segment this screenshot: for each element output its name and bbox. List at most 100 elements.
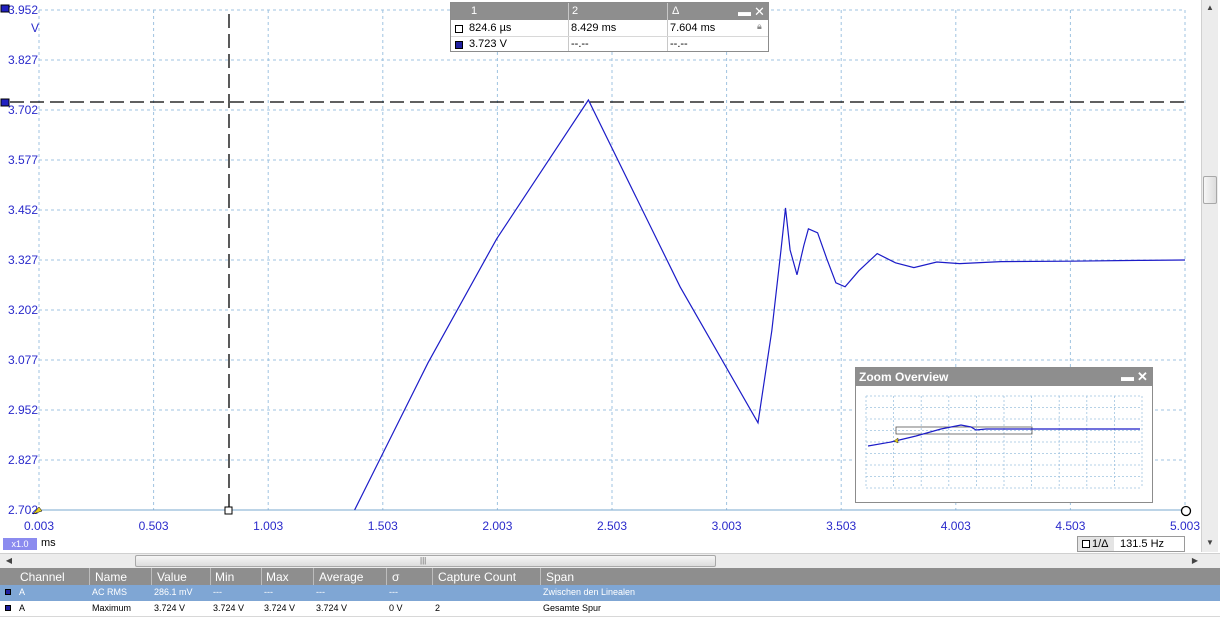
close-icon[interactable]: ✕ [754,5,765,19]
frequency-symbol: 1/Δ [1092,538,1109,550]
zoom-overview-title: Zoom Overview [859,370,949,384]
cell-average: 3.724 V [316,603,348,613]
close-icon[interactable]: ✕ [1137,369,1148,385]
x-tick-label: 3.003 [712,519,742,533]
readout-col-1: 1 [471,5,478,17]
y-tick-label: 3.327 [8,253,38,267]
cursor-1-swatch-icon [455,25,463,33]
measurements-header: Channel Name Value Min Max Average σ Cap… [0,568,1220,585]
readout-row-time: 824.6 µs 8.429 ms 7.604 ms 🔒︎ [451,21,768,37]
cell-span: Gesamte Spur [543,603,602,613]
col-capture-count[interactable]: Capture Count [438,570,516,584]
channel-a-swatch-icon [455,41,463,49]
time-cursor-handle[interactable] [224,506,233,515]
horizontal-scrollbar[interactable]: ◀ ||| ▶ [0,553,1220,568]
cell-min: 3.724 V [213,603,245,613]
cell-sigma: 0 V [389,603,403,613]
col-sigma[interactable]: σ [392,570,399,584]
table-row[interactable]: A AC RMS 286.1 mV --- --- --- --- Zwisch… [0,585,1220,601]
x-axis-ticks: 0.003 0.503 1.003 1.503 2.003 2.503 3.003 3.503… [24,519,1200,533]
frequency-readout: 1/Δ 131.5 Hz [1077,536,1185,552]
y-tick-label: 3.202 [8,303,38,317]
x-tick-label: 3.503 [826,519,856,533]
col-value[interactable]: Value [157,570,187,584]
vertical-scroll-thumb[interactable] [1203,176,1217,204]
readout-time-2: 8.429 ms [571,22,617,34]
cell-span: Zwischen den Linealen [543,587,636,597]
cell-channel: A [19,587,26,597]
scroll-left-icon[interactable]: ◀ [2,555,16,567]
col-name[interactable]: Name [95,570,127,584]
cell-value: 3.724 V [154,603,186,613]
cell-name: Maximum [92,603,132,613]
cell-name: AC RMS [92,587,128,597]
cell-value: 286.1 mV [154,587,193,597]
readout-col-2: 2 [572,5,579,17]
scroll-up-icon[interactable]: ▲ [1202,1,1218,15]
vertical-scrollbar[interactable]: ▲ ▼ [1201,0,1218,552]
x-tick-label: 1.003 [253,519,283,533]
x-tick-label: 1.503 [368,519,398,533]
readout-time-1: 824.6 µs [469,22,512,34]
readout-volt-2: --.-- [571,38,589,50]
readout-volt-1: 3.723 V [469,38,507,50]
x-tick-label: 4.003 [941,519,971,533]
zoom-overview-panel[interactable]: Zoom Overview ▬ ✕ [855,367,1153,503]
cell-channel: A [19,603,26,613]
y-tick-label: 3.952 [8,3,38,17]
scroll-right-icon[interactable]: ▶ [1188,555,1202,567]
col-max[interactable]: Max [266,570,289,584]
readout-header: 1 2 Δ ▬ ✕ [451,3,768,20]
y-axis-unit: V [31,21,39,35]
x-axis-unit: ms [41,537,56,549]
x-tick-label: 0.003 [24,519,54,533]
zoom-overview-thumbnail[interactable] [856,386,1152,502]
readout-volt-delta: --.-- [670,38,688,50]
y-tick-label: 3.827 [8,53,38,67]
measurements-table[interactable]: Channel Name Value Min Max Average σ Cap… [0,568,1220,621]
readout-row-voltage: 3.723 V --.-- --.-- [451,36,768,52]
cell-average: --- [316,587,325,597]
frequency-value: 131.5 Hz [1120,538,1165,550]
cell-max: 3.724 V [264,603,296,613]
y-tick-label: 3.077 [8,353,38,367]
x-tick-label: 2.003 [482,519,512,533]
x-tick-label: 2.503 [597,519,627,533]
cell-sigma: --- [389,587,398,597]
x-tick-label: 4.503 [1055,519,1085,533]
col-min[interactable]: Min [215,570,234,584]
oscilloscope-plot[interactable]: 3.952 3.827 3.702 3.577 3.452 3.327 3.202 3.077… [0,0,1220,621]
y-tick-label: 3.577 [8,153,38,167]
cell-capture-count: 2 [435,603,441,613]
col-channel[interactable]: Channel [20,570,65,584]
scroll-down-icon[interactable]: ▼ [1202,536,1218,550]
zoom-factor-badge[interactable]: x1.0 [3,538,37,550]
y-tick-label: 2.702 [8,503,38,517]
readout-col-delta: Δ [672,5,680,17]
y-tick-label: 3.702 [8,103,38,117]
y-axis-top-handle[interactable] [0,4,10,13]
col-span[interactable]: Span [546,570,574,584]
lock-icon[interactable]: 🔒︎ [757,21,762,32]
table-row[interactable]: A Maximum 3.724 V 3.724 V 3.724 V 3.724 … [0,601,1220,617]
horizontal-scroll-thumb[interactable]: ||| [135,555,716,567]
ruler-swatch-icon [1082,540,1090,548]
x-tick-label: 5.003 [1170,519,1200,533]
readout-time-delta: 7.604 ms [670,22,716,34]
cursor-readout-panel: 1 2 Δ ▬ ✕ 824.6 µs 8.429 ms 7.604 ms 🔒︎ … [450,2,769,52]
channel-a-swatch-icon [5,605,11,611]
y-tick-label: 2.827 [8,453,38,467]
zoom-overview-title-bar: Zoom Overview ▬ ✕ [856,368,1152,386]
y-tick-label: 2.952 [8,403,38,417]
x-tick-label: 0.503 [139,519,169,533]
minimize-icon[interactable]: ▬ [738,5,751,19]
ruler-end-handle[interactable] [1180,505,1192,517]
channel-a-swatch-icon [5,589,11,595]
cell-min: --- [213,587,222,597]
col-average[interactable]: Average [319,570,363,584]
minimize-icon[interactable]: ▬ [1121,369,1134,384]
cell-max: --- [264,587,273,597]
y-tick-label: 3.452 [8,203,38,217]
y-axis-ticks: 3.952 3.827 3.702 3.577 3.452 3.327 3.202 3.077… [8,3,38,517]
voltage-cursor-handle[interactable] [0,98,10,107]
